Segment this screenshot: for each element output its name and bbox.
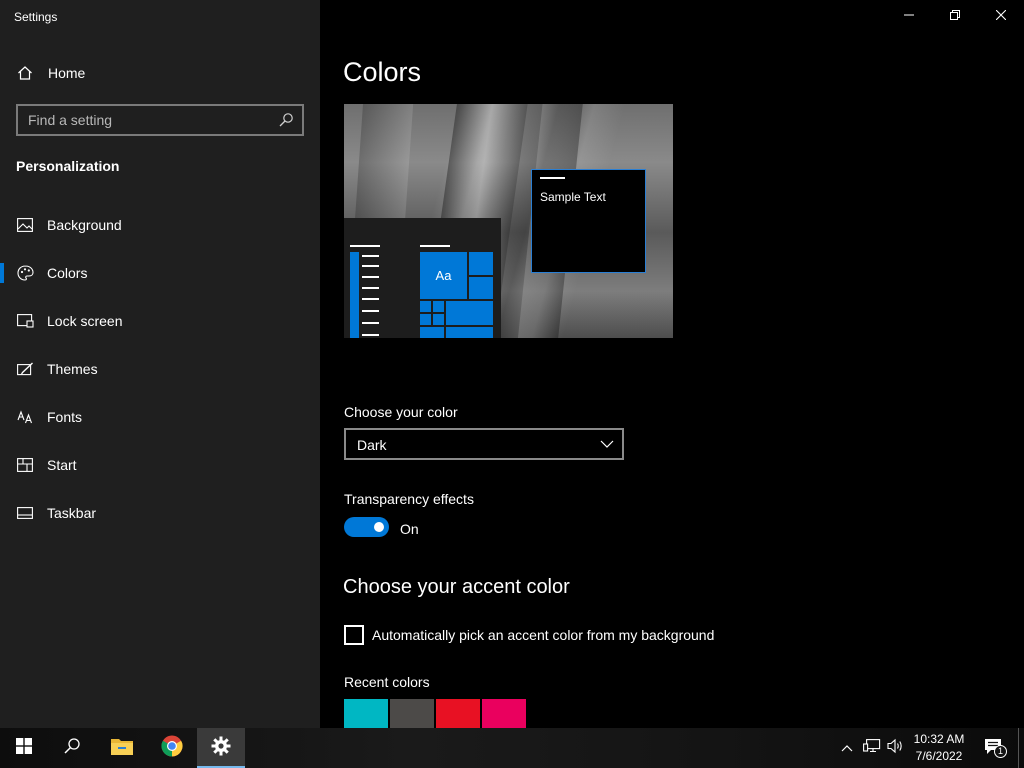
chevron-up-icon bbox=[841, 739, 853, 757]
section-heading: Personalization bbox=[16, 158, 120, 174]
page-title: Colors bbox=[343, 57, 422, 87]
settings-gear-icon bbox=[211, 736, 231, 761]
auto-accent-checkbox[interactable] bbox=[344, 625, 364, 645]
color-mode-dropdown[interactable]: Dark bbox=[344, 428, 624, 460]
close-button[interactable] bbox=[978, 0, 1024, 32]
search-input[interactable] bbox=[18, 112, 268, 128]
minimize-icon bbox=[904, 7, 914, 25]
show-hidden-icons-button[interactable] bbox=[836, 728, 858, 768]
sample-window-preview: Sample Text bbox=[531, 169, 646, 273]
sidebar: Settings Home Personalization Background… bbox=[0, 0, 320, 728]
recent-color-swatch[interactable] bbox=[390, 699, 434, 728]
file-explorer-icon bbox=[110, 736, 134, 761]
sidebar-item-start[interactable]: Start bbox=[0, 445, 320, 485]
sidebar-item-label: Start bbox=[47, 457, 77, 473]
sidebar-item-background[interactable]: Background bbox=[0, 205, 320, 245]
volume-icon bbox=[887, 738, 905, 759]
taskbar-file-explorer[interactable] bbox=[98, 728, 146, 768]
choose-color-label: Choose your color bbox=[344, 404, 458, 420]
auto-accent-label[interactable]: Automatically pick an accent color from … bbox=[372, 627, 714, 643]
maximize-button[interactable] bbox=[932, 0, 978, 32]
accent-heading: Choose your accent color bbox=[343, 576, 570, 598]
sidebar-item-label: Colors bbox=[47, 265, 88, 281]
sidebar-item-home[interactable]: Home bbox=[0, 53, 320, 93]
volume-button[interactable] bbox=[884, 728, 908, 768]
notification-icon: 1 bbox=[984, 738, 1007, 758]
preview-tile: Aa bbox=[420, 252, 467, 299]
sidebar-item-label: Taskbar bbox=[47, 505, 97, 521]
start-icon bbox=[16, 456, 34, 474]
notification-count: 1 bbox=[994, 745, 1007, 758]
network-button[interactable] bbox=[860, 728, 884, 768]
start-menu-preview: Aa bbox=[344, 218, 501, 338]
chevron-down-icon bbox=[600, 437, 614, 451]
recent-color-swatch[interactable] bbox=[344, 699, 388, 728]
minimize-button[interactable] bbox=[886, 0, 932, 32]
color-preview: Aa Sample Text bbox=[344, 104, 673, 338]
chrome-icon bbox=[161, 735, 183, 762]
taskbar-search-button[interactable] bbox=[48, 728, 96, 768]
restore-icon bbox=[950, 7, 960, 25]
close-icon bbox=[995, 7, 1007, 25]
taskbar-settings[interactable] bbox=[197, 728, 245, 768]
toggle-state-label: On bbox=[400, 521, 419, 537]
recent-color-swatch[interactable] bbox=[436, 699, 480, 728]
search-icon[interactable] bbox=[278, 112, 294, 128]
action-center-button[interactable]: 1 bbox=[978, 728, 1012, 768]
home-icon bbox=[16, 64, 34, 82]
palette-icon bbox=[16, 264, 34, 282]
clock[interactable]: 10:32 AM 7/6/2022 bbox=[908, 728, 970, 768]
sidebar-item-lock-screen[interactable]: Lock screen bbox=[0, 301, 320, 341]
transparency-label: Transparency effects bbox=[344, 491, 474, 507]
sidebar-item-themes[interactable]: Themes bbox=[0, 349, 320, 389]
taskbar-icon bbox=[16, 504, 34, 522]
sidebar-item-label: Home bbox=[48, 65, 86, 81]
sidebar-item-label: Fonts bbox=[47, 409, 83, 425]
search-icon bbox=[63, 737, 81, 760]
show-desktop-button[interactable] bbox=[1018, 728, 1019, 768]
lock-screen-icon bbox=[16, 312, 34, 330]
clock-time: 10:32 AM bbox=[913, 732, 965, 746]
dropdown-value: Dark bbox=[357, 437, 387, 453]
taskbar-chrome[interactable] bbox=[148, 728, 196, 768]
fonts-icon bbox=[16, 408, 34, 426]
windows-start-icon bbox=[16, 737, 32, 759]
start-button[interactable] bbox=[0, 728, 48, 768]
clock-date: 7/6/2022 bbox=[915, 749, 963, 763]
sidebar-item-label: Background bbox=[47, 217, 122, 233]
image-icon bbox=[16, 216, 34, 234]
taskbar: 10:32 AM 7/6/2022 1 bbox=[0, 728, 1024, 768]
brush-icon bbox=[16, 360, 34, 378]
app-title: Settings bbox=[14, 10, 58, 24]
sidebar-item-taskbar[interactable]: Taskbar bbox=[0, 493, 320, 533]
sidebar-item-colors[interactable]: Colors bbox=[0, 253, 320, 293]
transparency-toggle[interactable] bbox=[344, 517, 389, 537]
sidebar-item-label: Lock screen bbox=[47, 313, 123, 329]
sidebar-item-fonts[interactable]: Fonts bbox=[0, 397, 320, 437]
sidebar-item-label: Themes bbox=[47, 361, 98, 377]
search-box bbox=[16, 104, 304, 136]
recent-colors-label: Recent colors bbox=[344, 674, 430, 690]
network-icon bbox=[863, 738, 881, 759]
toggle-knob bbox=[374, 522, 384, 532]
sample-text: Sample Text bbox=[540, 190, 606, 204]
recent-color-swatch[interactable] bbox=[482, 699, 526, 728]
